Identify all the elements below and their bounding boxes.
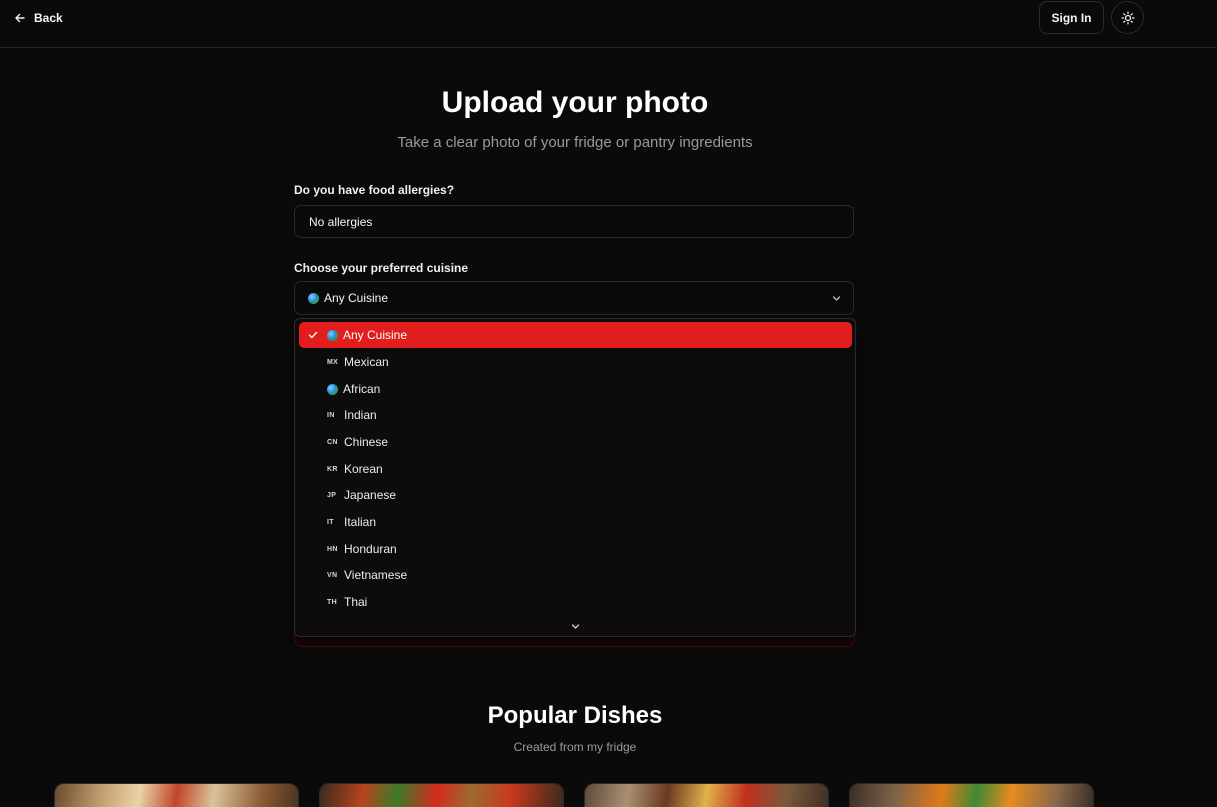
cuisine-option-indian[interactable]: IN Indian (299, 402, 852, 428)
allergies-input[interactable] (294, 205, 854, 238)
dish-card[interactable] (849, 783, 1094, 807)
option-label: Chinese (344, 435, 389, 449)
cuisine-option-italian[interactable]: IT Italian (299, 509, 852, 535)
cuisine-selected-value: Any Cuisine (324, 291, 389, 305)
option-label: Vietnamese (344, 568, 408, 582)
globe-icon (327, 329, 338, 341)
popular-dishes-subtitle: Created from my fridge (513, 740, 637, 754)
cuisine-label: Choose your preferred cuisine (294, 261, 469, 275)
sun-icon (1120, 10, 1135, 25)
dish-card[interactable] (54, 783, 299, 807)
back-button[interactable]: Back (14, 9, 63, 27)
dish-image (55, 784, 298, 807)
cuisine-option-chinese[interactable]: CN Chinese (299, 429, 852, 455)
popular-dishes-title: Popular Dishes (487, 702, 663, 729)
back-label: Back (34, 11, 63, 25)
top-bar: Back Sign In (0, 0, 1217, 48)
option-label: Japanese (344, 488, 397, 502)
sign-in-label: Sign In (1051, 10, 1092, 25)
option-label: Honduran (344, 542, 397, 556)
globe-icon (327, 383, 338, 395)
dish-card[interactable] (319, 783, 564, 807)
dish-image (320, 784, 563, 807)
option-label: African (343, 382, 381, 396)
flag-code: MX (327, 358, 339, 366)
sign-in-button[interactable]: Sign In (1039, 1, 1104, 34)
page-subtitle: Take a clear photo of your fridge or pan… (397, 134, 753, 151)
allergies-label: Do you have food allergies? (294, 183, 455, 197)
flag-code: IT (327, 518, 334, 526)
flag-code: KR (327, 465, 338, 473)
flag-code: HN (327, 545, 338, 553)
flag-code: JP (327, 491, 337, 499)
flag-code: TH (327, 598, 337, 606)
arrow-left-icon (15, 13, 25, 23)
cuisine-option-korean[interactable]: KR Korean (299, 456, 852, 482)
chevron-down-icon (832, 296, 841, 301)
dish-card[interactable] (584, 783, 829, 807)
globe-icon (308, 292, 319, 304)
cuisine-option-vietnamese[interactable]: VN Vietnamese (299, 562, 852, 588)
option-label: Thai (344, 595, 368, 609)
scroll-down-chevron-icon[interactable] (570, 621, 581, 632)
cuisine-option-thai[interactable]: TH Thai (299, 589, 852, 615)
cuisine-option-african[interactable]: African (299, 376, 852, 402)
cuisine-option-honduran[interactable]: HN Honduran (299, 536, 852, 562)
cuisine-option-mexican[interactable]: MX Mexican (299, 349, 852, 375)
dish-image (585, 784, 828, 807)
option-label: Mexican (344, 355, 389, 369)
page-title: Upload your photo (441, 86, 709, 119)
check-icon (308, 331, 318, 339)
option-label: Any Cuisine (343, 328, 408, 342)
option-label: Korean (344, 462, 383, 476)
dish-image (850, 784, 1093, 807)
cuisine-dropdown: Any Cuisine MX Mexican African IN Indian… (294, 318, 856, 637)
flag-code: CN (327, 438, 338, 446)
option-label: Indian (344, 408, 377, 422)
option-label: Italian (344, 515, 377, 529)
cuisine-select[interactable]: Any Cuisine (294, 281, 854, 315)
flag-code: VN (327, 571, 338, 579)
flag-code: IN (327, 411, 335, 419)
cuisine-option-japanese[interactable]: JP Japanese (299, 482, 852, 508)
cuisine-option-any[interactable]: Any Cuisine (299, 322, 852, 348)
theme-toggle-button[interactable] (1111, 1, 1144, 34)
